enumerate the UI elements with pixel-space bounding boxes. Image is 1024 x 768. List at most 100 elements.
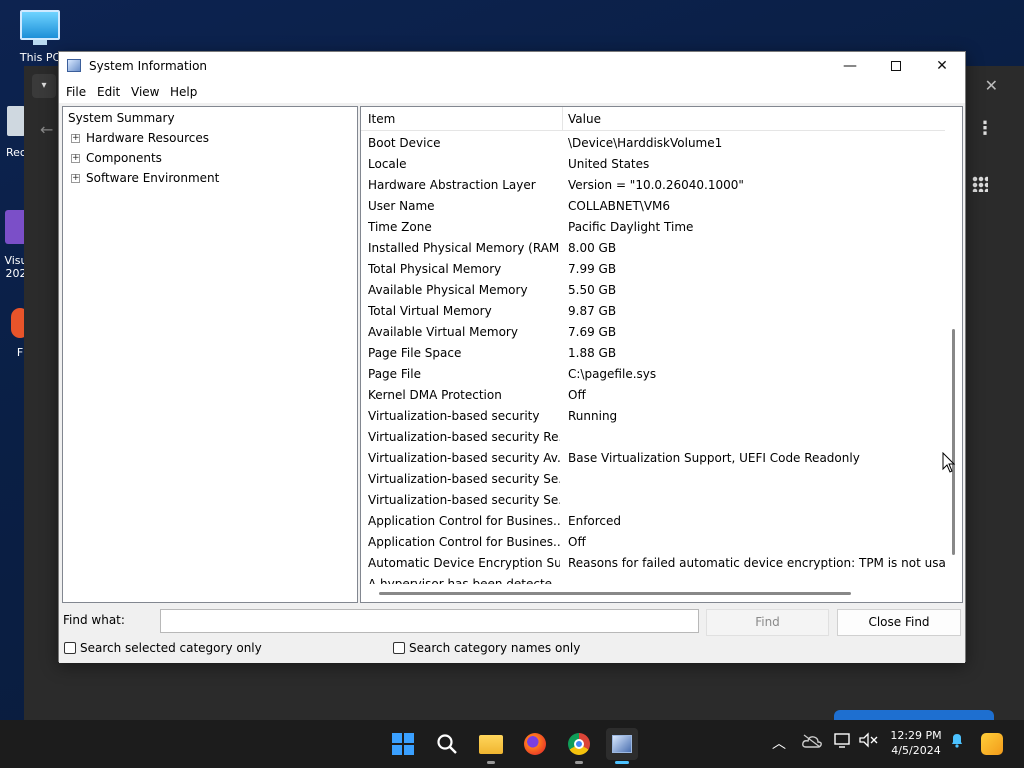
expand-icon[interactable]: + bbox=[71, 134, 80, 143]
table-row[interactable]: Automatic Device Encryption Su... Reasons… bbox=[361, 553, 945, 574]
category-tree: System Summary + Hardware Resources + Comp… bbox=[62, 106, 358, 603]
menu-help[interactable]: Help bbox=[170, 85, 197, 99]
row-value: 1.88 GB bbox=[568, 346, 617, 360]
onedrive-icon[interactable] bbox=[801, 728, 823, 760]
table-row[interactable]: Virtualization-based security Running bbox=[361, 406, 945, 427]
tree-item-system-summary[interactable]: System Summary bbox=[68, 109, 175, 127]
table-row[interactable]: User Name COLLABNET\VM6 bbox=[361, 196, 945, 217]
table-row[interactable]: Application Control for Busines... Enforc… bbox=[361, 511, 945, 532]
search-category-names-checkbox[interactable]: Search category names only bbox=[393, 641, 580, 655]
table-row[interactable]: Time Zone Pacific Daylight Time bbox=[361, 217, 945, 238]
tree-item-label: Components bbox=[86, 151, 162, 165]
minimize-button[interactable]: — bbox=[827, 52, 873, 81]
list-body: Boot Device \Device\HarddiskVolume1 Locale… bbox=[361, 133, 945, 584]
table-row[interactable]: Virtualization-based security Se... bbox=[361, 490, 945, 511]
row-value: Base Virtualization Support, UEFI Code R… bbox=[568, 451, 860, 465]
close-icon[interactable]: ✕ bbox=[985, 76, 998, 95]
volume-muted-icon[interactable] bbox=[857, 728, 879, 760]
table-row[interactable]: Boot Device \Device\HarddiskVolume1 bbox=[361, 133, 945, 154]
table-row[interactable]: Available Virtual Memory 7.69 GB bbox=[361, 322, 945, 343]
maximize-icon bbox=[891, 61, 901, 71]
table-row[interactable]: Page File C:\pagefile.sys bbox=[361, 364, 945, 385]
menu-edit[interactable]: Edit bbox=[97, 85, 120, 99]
apps-grid-icon[interactable] bbox=[972, 176, 988, 192]
close-button[interactable]: ✕ bbox=[919, 52, 965, 81]
scroll-thumb[interactable] bbox=[379, 592, 851, 595]
row-value: Running bbox=[568, 409, 618, 423]
row-item: Virtualization-based security Av... bbox=[368, 451, 560, 465]
search-selected-category-checkbox[interactable]: Search selected category only bbox=[64, 641, 262, 655]
window-title: System Information bbox=[89, 59, 208, 73]
scroll-thumb[interactable] bbox=[952, 329, 955, 555]
row-value: United States bbox=[568, 157, 650, 171]
vertical-scrollbar[interactable] bbox=[945, 107, 962, 585]
table-row[interactable]: A hypervisor has been detecte... bbox=[361, 574, 945, 584]
file-explorer-icon[interactable] bbox=[475, 728, 507, 764]
column-header-value[interactable]: Value bbox=[568, 112, 601, 126]
tree-item-components[interactable]: + Components bbox=[71, 149, 162, 167]
clock-time: 12:29 PM bbox=[890, 729, 942, 742]
find-button[interactable]: Find bbox=[706, 609, 829, 636]
row-value: Enforced bbox=[568, 514, 622, 528]
more-options-icon[interactable]: ⋮ bbox=[976, 118, 994, 139]
notification-bell-icon[interactable] bbox=[948, 728, 966, 760]
search-icon[interactable] bbox=[431, 728, 463, 760]
table-row[interactable]: Total Virtual Memory 9.87 GB bbox=[361, 301, 945, 322]
column-divider[interactable] bbox=[562, 107, 563, 131]
list-header: Item Value bbox=[361, 107, 945, 131]
expand-icon[interactable]: + bbox=[71, 174, 80, 183]
horizontal-scrollbar[interactable] bbox=[361, 584, 945, 602]
row-value: Pacific Daylight Time bbox=[568, 220, 694, 234]
title-bar[interactable]: System Information — ✕ bbox=[59, 52, 965, 81]
row-item: Total Virtual Memory bbox=[368, 304, 492, 318]
expand-icon[interactable]: + bbox=[71, 154, 80, 163]
row-item: Locale bbox=[368, 157, 407, 171]
chrome-icon[interactable] bbox=[563, 728, 595, 764]
tree-item-hardware-resources[interactable]: + Hardware Resources bbox=[71, 129, 209, 147]
row-value: Off bbox=[568, 388, 586, 402]
table-row[interactable]: Hardware Abstraction Layer Version = "10.… bbox=[361, 175, 945, 196]
table-row[interactable]: Kernel DMA Protection Off bbox=[361, 385, 945, 406]
network-icon[interactable] bbox=[833, 728, 853, 760]
clock[interactable]: 12:29 PM 4/5/2024 bbox=[884, 728, 948, 758]
checkbox-label: Search selected category only bbox=[80, 641, 262, 655]
row-item: User Name bbox=[368, 199, 435, 213]
find-input[interactable] bbox=[160, 609, 699, 633]
table-row[interactable]: Virtualization-based security Se... bbox=[361, 469, 945, 490]
table-row[interactable]: Installed Physical Memory (RAM) 8.00 GB bbox=[361, 238, 945, 259]
recycle-bin-icon bbox=[7, 106, 25, 136]
row-value: Version = "10.0.26040.1000" bbox=[568, 178, 744, 192]
chevron-up-icon[interactable]: ︿ bbox=[770, 728, 788, 760]
table-row[interactable]: Virtualization-based security Re... bbox=[361, 427, 945, 448]
table-row[interactable]: Application Control for Busines... Off bbox=[361, 532, 945, 553]
row-item: Total Physical Memory bbox=[368, 262, 502, 276]
background-button[interactable] bbox=[834, 710, 994, 720]
monitor-icon bbox=[20, 10, 60, 40]
menu-file[interactable]: File bbox=[66, 85, 86, 99]
row-value: 9.87 GB bbox=[568, 304, 617, 318]
back-arrow-icon[interactable]: ← bbox=[40, 120, 53, 139]
table-row[interactable]: Virtualization-based security Av... Base … bbox=[361, 448, 945, 469]
table-row[interactable]: Locale United States bbox=[361, 154, 945, 175]
table-row[interactable]: Available Physical Memory 5.50 GB bbox=[361, 280, 945, 301]
row-value: COLLABNET\VM6 bbox=[568, 199, 671, 213]
tree-item-label: Hardware Resources bbox=[86, 131, 210, 145]
details-list: Item Value Boot Device \Device\HarddiskVo… bbox=[360, 106, 963, 603]
close-find-button[interactable]: Close Find bbox=[837, 609, 961, 636]
column-header-item[interactable]: Item bbox=[368, 112, 395, 126]
copilot-icon[interactable] bbox=[978, 728, 1006, 760]
start-icon[interactable] bbox=[387, 728, 419, 760]
menu-view[interactable]: View bbox=[131, 85, 159, 99]
table-row[interactable]: Page File Space 1.88 GB bbox=[361, 343, 945, 364]
maximize-button[interactable] bbox=[873, 52, 919, 81]
row-item: A hypervisor has been detecte... bbox=[368, 577, 560, 584]
firefox-icon[interactable] bbox=[519, 728, 551, 760]
system-information-taskbar-icon[interactable] bbox=[606, 728, 638, 764]
row-item: Time Zone bbox=[368, 220, 432, 234]
chevron-down-icon[interactable]: ▾ bbox=[32, 74, 56, 98]
table-row[interactable]: Total Physical Memory 7.99 GB bbox=[361, 259, 945, 280]
tree-item-software-environment[interactable]: + Software Environment bbox=[71, 169, 219, 187]
checkbox-box[interactable] bbox=[393, 642, 405, 654]
checkbox-box[interactable] bbox=[64, 642, 76, 654]
checkbox-label: Search category names only bbox=[409, 641, 581, 655]
